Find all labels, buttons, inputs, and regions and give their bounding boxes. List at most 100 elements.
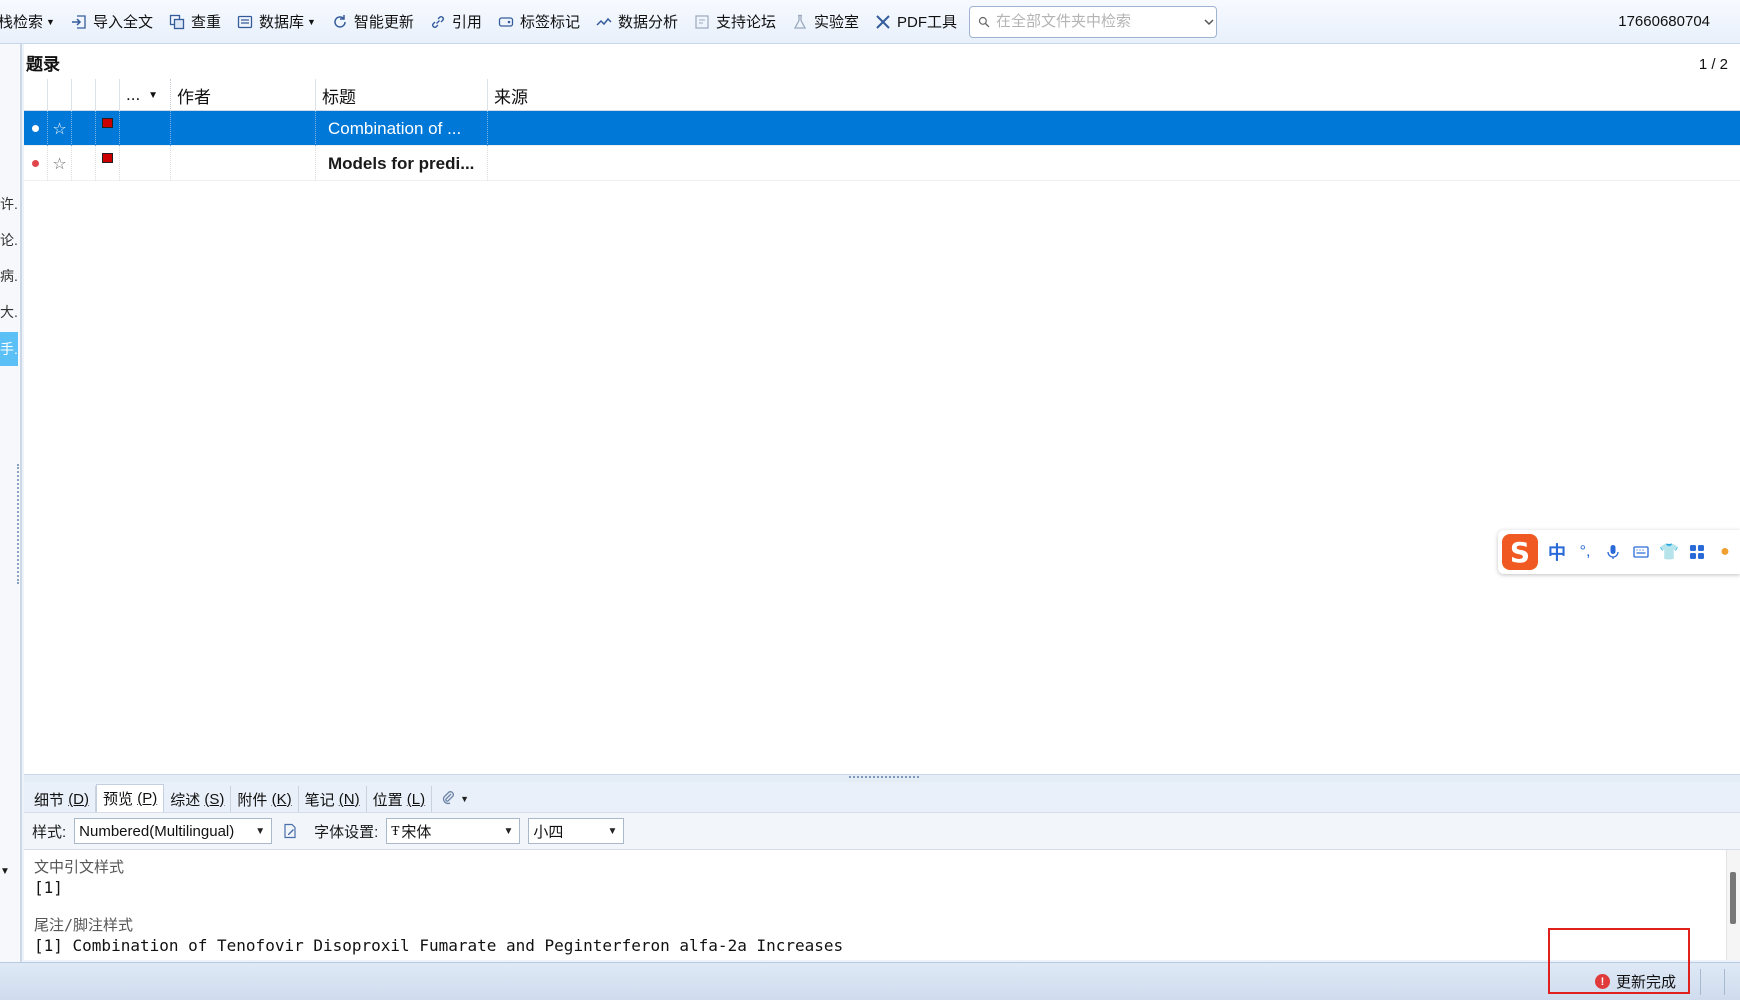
database-menu-button[interactable]: 数据库 ▼ [229,7,324,37]
forum-label: 支持论坛 [715,14,776,31]
sort-down-icon: ▼ [148,89,159,101]
cite-label: 引用 [451,14,482,31]
citation-style-select[interactable]: Numbered(Multilingual) ▼ [74,818,273,844]
chevron-down-icon: ▼ [306,16,316,27]
panel-splitter[interactable] [24,774,1740,782]
folder-item[interactable]: 许... [0,194,18,214]
keyboard-icon[interactable] [1632,543,1650,561]
ime-toolbar: S 中 °, 👕 ● [1498,530,1740,574]
cite-button[interactable]: 引用 [422,7,490,37]
microphone-icon[interactable] [1604,543,1622,561]
unread-dot-icon [32,160,39,167]
splitter-grip[interactable] [849,776,919,778]
source-cell [488,146,1740,181]
pdf-tools-label: PDF工具 [897,14,958,31]
toolbar-search-menu-button[interactable]: 栈检索 ▼ [0,7,63,37]
col-header-read[interactable] [24,79,48,111]
link-icon [430,14,446,30]
folder-item[interactable]: 病... [0,266,18,286]
smart-update-button[interactable]: 智能更新 [324,7,422,37]
toolbox-grid-icon[interactable] [1688,543,1706,561]
user-account-id[interactable]: 17660680704 [1618,13,1710,30]
toolbar-search-label: 栈检索 [0,14,44,31]
scrollbar-thumb[interactable] [1730,872,1736,924]
tag-mark-button[interactable]: 标签标记 [490,7,588,37]
tab-location-label: 位置 [372,791,403,809]
tab-location[interactable]: 位置 (L) [367,786,433,812]
col-header-title[interactable]: 标题 [316,79,488,111]
read-dot-cell[interactable] [24,111,48,146]
flag-cell[interactable] [96,146,120,181]
main-toolbar: 栈检索 ▼ 导入全文 查重 数据库 ▼ 智能更新 引用 标签标记 数据分析 支持… [0,0,1740,44]
preview-scrollbar[interactable] [1726,850,1740,960]
star-cell[interactable]: ☆ [48,146,72,181]
tab-location-key: (L) [406,790,426,808]
col-header-author[interactable]: 作者 [171,79,316,111]
tab-preview[interactable]: 预览 (P) [96,784,165,812]
lab-button[interactable]: 实验室 [784,7,867,37]
star-icon: ☆ [52,120,67,138]
star-cell[interactable]: ☆ [48,111,72,146]
folder-item[interactable]: 大... [0,302,18,322]
font-setting-label: 字体设置: [314,823,379,841]
tab-details[interactable]: 细节 (D) [28,786,97,812]
paperclip-icon [440,789,456,809]
chevron-down-icon[interactable]: ▼ [0,866,10,877]
title-cell: Models for predi... [316,146,488,181]
data-analysis-button[interactable]: 数据分析 [588,7,686,37]
folder-item-selected[interactable]: 手... [0,332,18,366]
pane-resize-grip[interactable] [17,464,19,584]
citation-preview: 文中引文样式 [1] 尾注/脚注样式 [1] Combination of Te… [24,850,1740,960]
forum-button[interactable]: 支持论坛 [686,7,784,37]
source-cell [488,111,1740,146]
tools-icon [875,14,891,30]
table-row[interactable]: ☆ Models for predi... [24,146,1740,181]
font-family-select[interactable]: Ŧ 宋体 ▼ [386,818,521,844]
attachment-menu-button[interactable]: ▼ [432,786,477,812]
pdf-tools-button[interactable]: PDF工具 [867,7,965,37]
tab-summary-key: (S) [204,790,225,808]
mascot-icon[interactable]: ● [1716,543,1734,561]
smart-update-label: 智能更新 [353,14,414,31]
dedupe-label: 查重 [190,14,221,31]
ime-mode-chinese[interactable]: 中 [1548,539,1566,565]
table-row[interactable]: ☆ Combination of ... [24,111,1740,146]
edit-style-icon[interactable] [280,821,300,841]
chevron-down-icon: ▼ [255,825,266,837]
tab-preview-key: (P) [137,790,158,807]
author-cell [171,111,316,146]
search-icon [978,14,990,30]
tab-notes[interactable]: 笔记 (N) [299,786,367,812]
folder-item[interactable]: 论... [0,230,18,250]
footnote-style-label: 尾注/脚注样式 [34,916,134,934]
chevron-down-icon: ▼ [503,825,514,837]
col-header-extra[interactable] [72,79,96,111]
tag-mark-label: 标签标记 [519,14,580,31]
read-dot-cell[interactable] [24,146,48,181]
tab-summary[interactable]: 综述 (S) [164,786,232,812]
dedupe-button[interactable]: 查重 [161,7,229,37]
font-family-value: 宋体 [401,823,432,841]
font-size-select[interactable]: 小四 ▼ [528,818,625,844]
more-cell [120,111,171,146]
col-header-source[interactable]: 来源 [488,79,1740,111]
col-header-star[interactable] [48,79,72,111]
col-header-flag[interactable] [96,79,120,111]
trend-icon [596,14,612,30]
chevron-down-icon[interactable] [1201,14,1217,30]
skin-shirt-icon[interactable]: 👕 [1659,543,1679,561]
chevron-down-icon: ▼ [46,16,55,27]
search-input[interactable] [996,13,1196,30]
sogou-logo-icon[interactable]: S [1502,534,1538,570]
punctuation-icon[interactable]: °, [1576,543,1594,561]
status-bar: ! 更新完成 [0,962,1740,1000]
chevron-down-icon: ▼ [607,825,618,837]
col-header-more[interactable]: ... ▼ [120,79,171,111]
tab-attachments[interactable]: 附件 (K) [231,786,299,812]
more-cell [120,146,171,181]
citation-style-bar: 样式: Numbered(Multilingual) ▼ 字体设置: Ŧ 宋体 ▼… [24,812,1740,850]
import-fulltext-label: 导入全文 [92,14,153,31]
flag-cell[interactable] [96,111,120,146]
status-divider [1700,969,1701,995]
import-fulltext-button[interactable]: 导入全文 [63,7,161,37]
